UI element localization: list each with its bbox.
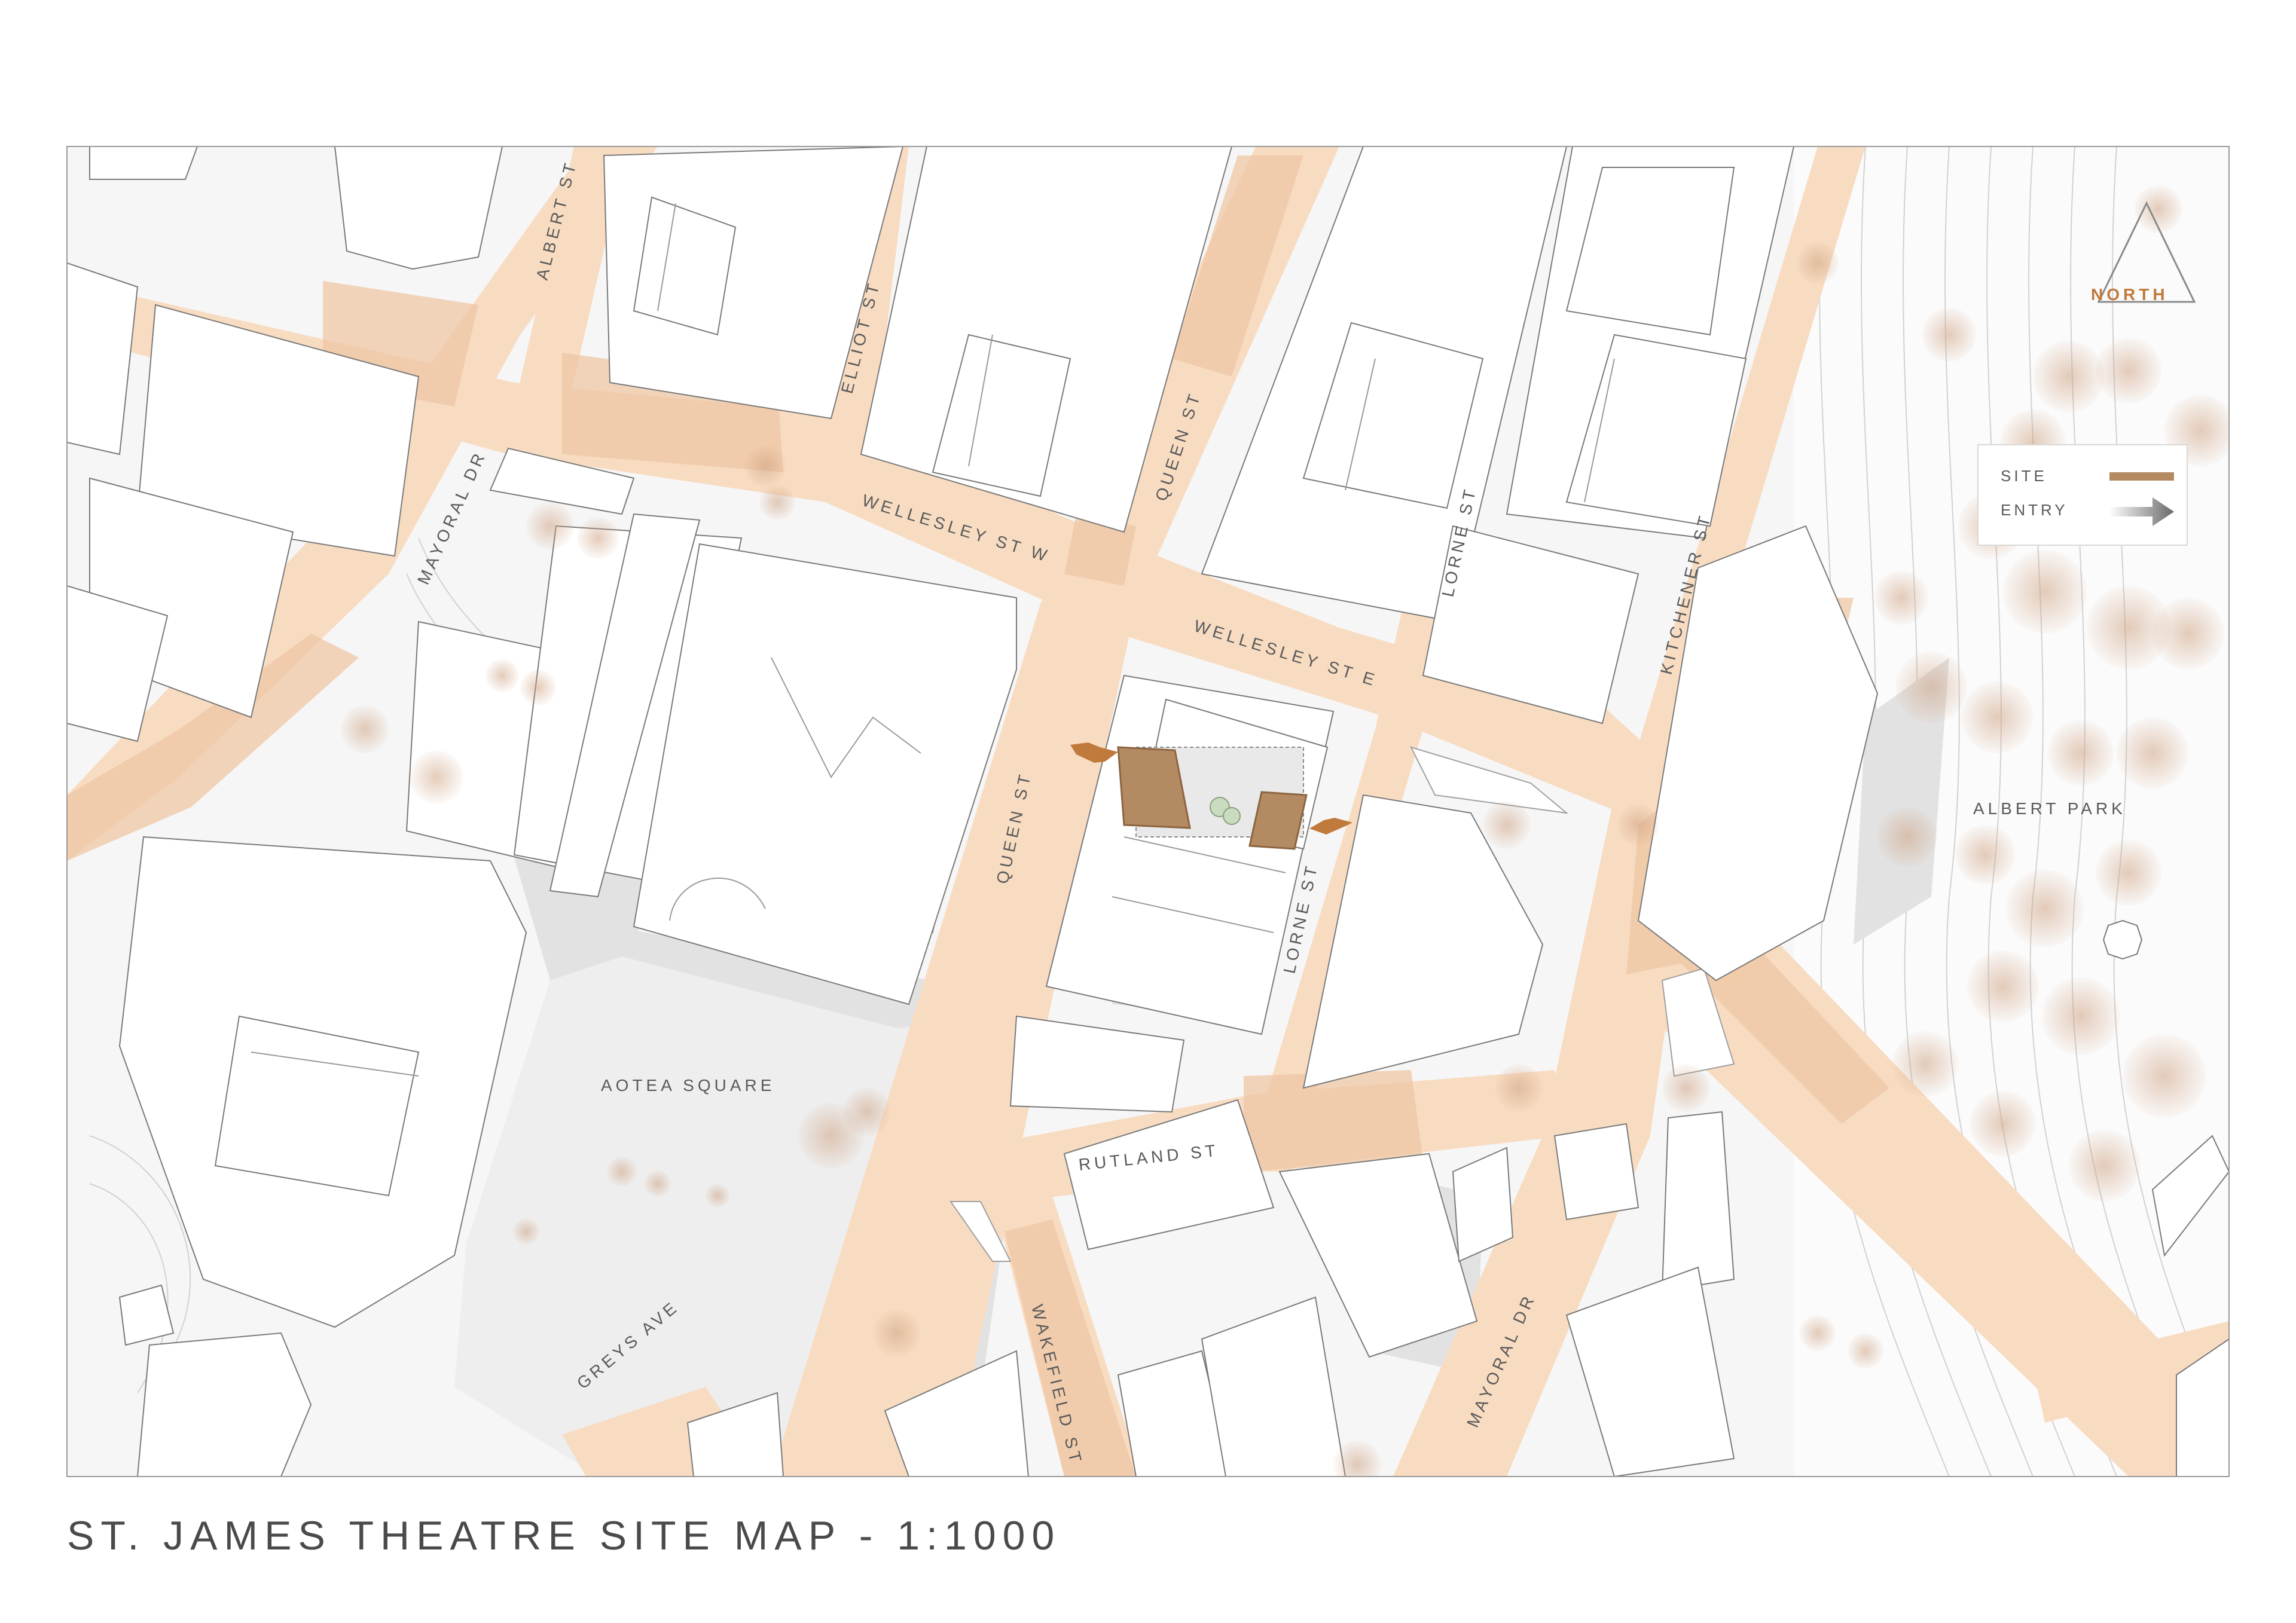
site-st-james-theatre	[1117, 746, 1308, 850]
map-title: ST. JAMES THEATRE SITE MAP - 1:1000	[67, 1513, 1061, 1558]
legend-box	[1977, 444, 2188, 546]
label-albert-park: ALBERT PARK	[1973, 799, 2126, 818]
legend: SITE ENTRY	[1977, 444, 2188, 546]
legend-site-label: SITE	[2001, 467, 2047, 485]
rotunda	[2102, 919, 2143, 960]
north-label: NORTH	[2091, 285, 2169, 304]
legend-entry-label: ENTRY	[2001, 501, 2068, 519]
legend-site-swatch	[2109, 472, 2174, 481]
label-aotea-square: AOTEA SQUARE	[601, 1076, 775, 1095]
site-map: ALBERT ST ELLIOT ST QUEEN ST QUEEN ST LO…	[66, 146, 2230, 1477]
